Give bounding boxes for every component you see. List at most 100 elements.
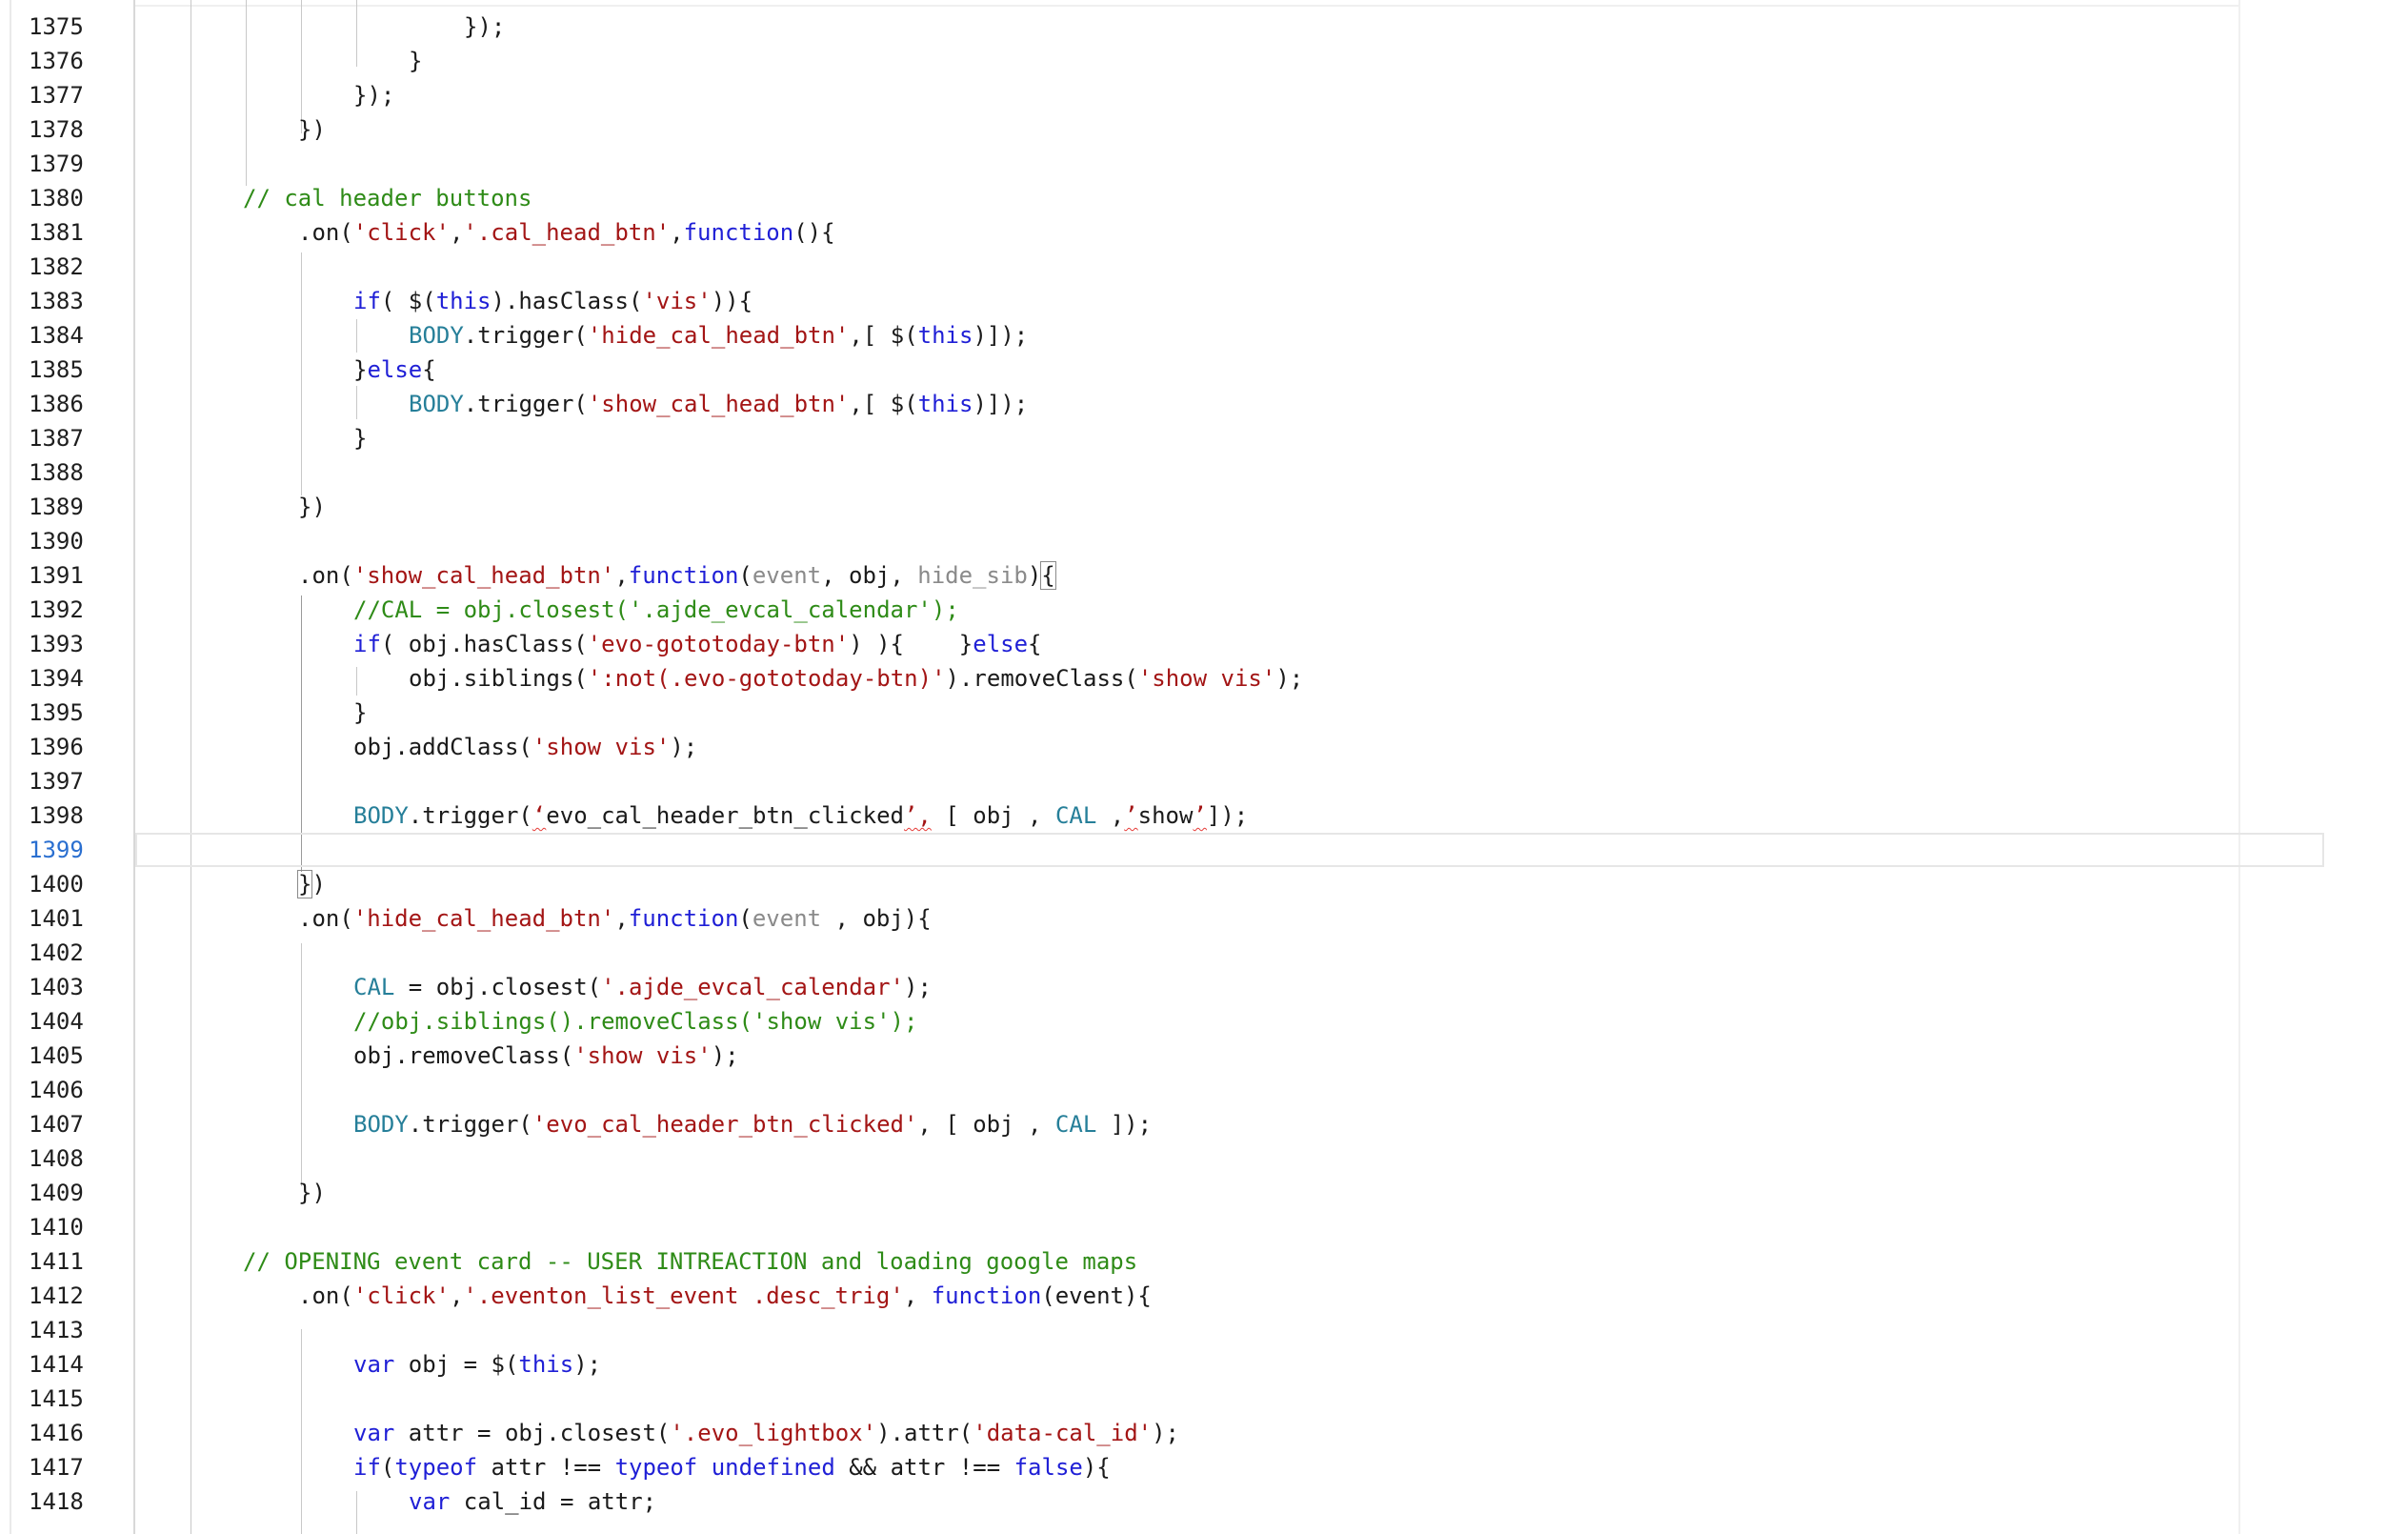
line-code[interactable]: .on('click','.cal_head_btn',function(){ [298, 215, 835, 250]
code-line[interactable]: 1383 if( $(this).hasClass('vis')){ [0, 284, 2324, 318]
code-line[interactable]: 1410 [0, 1210, 2324, 1244]
code-line[interactable]: 1377}); [0, 78, 2324, 112]
line-code[interactable]: .on('hide_cal_head_btn',function(event ,… [298, 901, 932, 936]
code-line[interactable]: 1413 [0, 1313, 2324, 1347]
line-number: 1392 [29, 596, 84, 623]
code-line[interactable]: 1407 BODY.trigger('evo_cal_header_btn_cli… [0, 1107, 2324, 1141]
line-code[interactable]: }) [298, 490, 326, 524]
code-line[interactable]: 1391 .on('show_cal_head_btn',function(eve… [0, 558, 2324, 593]
line-code[interactable]: // cal header buttons [243, 181, 532, 215]
line-code[interactable]: if(typeof attr !== typeof undefined && a… [353, 1450, 1111, 1484]
line-code[interactable]: } [409, 44, 422, 78]
code-line[interactable]: 1375}); [0, 10, 2324, 44]
code-line[interactable]: 1408 [0, 1141, 2324, 1176]
keyword: function [683, 219, 794, 246]
code-line[interactable]: 1390 [0, 524, 2324, 558]
line-code[interactable]: }) [298, 1176, 326, 1210]
line-code[interactable]: .on('show_cal_head_btn',function(event, … [298, 558, 1056, 593]
code-line[interactable]: 1395} [0, 696, 2324, 730]
matched-bracket: } [296, 870, 313, 898]
code-text: , [614, 905, 629, 932]
line-code[interactable]: }) [298, 112, 326, 147]
line-code[interactable]: BODY.trigger(‘evo_cal_header_btn_clicked… [353, 798, 1248, 833]
code-line[interactable]: 1414 var obj = $(this); [0, 1347, 2324, 1382]
line-number: 1381 [29, 219, 84, 246]
keyword: false [1013, 1454, 1083, 1481]
line-code[interactable]: } [353, 696, 367, 730]
code-line[interactable]: 1412 .on('click','.eventon_list_event .de… [0, 1279, 2324, 1313]
code-line[interactable]: 1415 [0, 1382, 2324, 1416]
code-text: ) ){ } [849, 631, 973, 657]
line-code[interactable]: BODY.trigger('show_cal_head_btn',[ $(thi… [409, 387, 1028, 421]
line-code[interactable]: }) [296, 867, 326, 901]
code-line[interactable]: 1389}) [0, 490, 2324, 524]
code-line[interactable]: 1404 //obj.siblings().removeClass('show v… [0, 1004, 2324, 1039]
code-line[interactable]: 1403 CAL = obj.closest('.ajde_evcal_calen… [0, 970, 2324, 1004]
code-line[interactable]: 1385}else{ [0, 353, 2324, 387]
code-text: { [1028, 631, 1042, 657]
code-line[interactable]: 1406 [0, 1073, 2324, 1107]
line-code[interactable]: BODY.trigger('evo_cal_header_btn_clicked… [353, 1107, 1152, 1141]
current-code-line[interactable]: 1399 [29, 833, 2324, 867]
line-code[interactable]: }else{ [353, 353, 436, 387]
line-code[interactable]: if( $(this).hasClass('vis')){ [353, 284, 752, 318]
code-line[interactable]: 1384 BODY.trigger('hide_cal_head_btn',[ $… [0, 318, 2324, 353]
code-line[interactable]: 1397 [0, 764, 2324, 798]
line-code[interactable]: var cal_id = attr; [409, 1484, 656, 1519]
line-code[interactable]: }); [353, 78, 394, 112]
code-line[interactable]: 1380 // cal header buttons [0, 181, 2324, 215]
code-line[interactable]: 1376} [0, 44, 2324, 78]
string-literal: '.cal_head_btn' [463, 219, 671, 246]
line-code[interactable]: var attr = obj.closest('.evo_lightbox').… [353, 1416, 1179, 1450]
code-editor[interactable]: 1375}); 1376} 1377}); 1378}) 1379 1380// cal … [0, 0, 2408, 1534]
code-line[interactable]: 1402 [0, 936, 2324, 970]
line-code[interactable]: BODY.trigger('hide_cal_head_btn',[ $(thi… [409, 318, 1028, 353]
matched-bracket: { [1040, 561, 1056, 590]
code-line[interactable]: 1381 .on('click','.cal_head_btn',function… [0, 215, 2324, 250]
code-line[interactable]: 1409}) [0, 1176, 2324, 1210]
line-code[interactable]: //obj.siblings().removeClass('show vis')… [353, 1004, 917, 1039]
line-code[interactable]: if( obj.hasClass('evo-gototoday-btn') ){… [353, 627, 1042, 661]
keyword: this [518, 1351, 574, 1378]
code-text: , [614, 562, 629, 589]
line-code[interactable]: }); [464, 10, 505, 44]
code-line[interactable]: 1388 [0, 455, 2324, 490]
line-number: 1395 [29, 699, 84, 726]
code-line[interactable]: 1394 obj.siblings(':not(.evo-gototoday-bt… [0, 661, 2324, 696]
code-line[interactable]: 1382 [0, 250, 2324, 284]
code-text: , [ obj , [917, 1111, 1055, 1138]
code-line[interactable]: 1401 .on('hide_cal_head_btn',function(eve… [0, 901, 2324, 936]
code-text: }); [464, 13, 506, 40]
line-code[interactable]: .on('click','.eventon_list_event .desc_t… [298, 1279, 1152, 1313]
code-line[interactable]: 1418 var cal_id = attr; [0, 1484, 2324, 1519]
line-code[interactable]: //CAL = obj.closest('.ajde_evcal_calenda… [353, 593, 959, 627]
line-code[interactable]: // OPENING event card -- USER INTREACTIO… [243, 1244, 1137, 1279]
code-line[interactable]: 1405 obj.removeClass('show vis'); [0, 1039, 2324, 1073]
code-line[interactable]: 1417 if(typeof attr !== typeof undefined … [0, 1450, 2324, 1484]
code-text: )){ [711, 288, 753, 314]
code-line[interactable]: 1411 // OPENING event card -- USER INTREA… [0, 1244, 2324, 1279]
line-code[interactable]: obj.removeClass('show vis'); [353, 1039, 739, 1073]
code-line[interactable]: 1386 BODY.trigger('show_cal_head_btn',[ $… [0, 387, 2324, 421]
editor-top-border [133, 5, 2238, 7]
line-number: 1377 [29, 82, 84, 109]
code-line[interactable]: 1396 obj.addClass('show vis'); [0, 730, 2324, 764]
string-literal: 'data-cal_id' [973, 1420, 1153, 1446]
keyword: function [628, 905, 739, 932]
code-line[interactable]: 1400}) [0, 867, 2324, 901]
code-line[interactable]: 1393 if( obj.hasClass('evo-gototoday-btn'… [0, 627, 2324, 661]
code-line[interactable]: 1387} [0, 421, 2324, 455]
code-text: { [422, 356, 436, 383]
code-line[interactable]: 1378}) [0, 112, 2324, 147]
line-code[interactable]: obj.siblings(':not(.evo-gototoday-btn)')… [409, 661, 1303, 696]
code-line[interactable]: 1379 [0, 147, 2324, 181]
code-line[interactable]: 1416 var attr = obj.closest('.evo_lightbo… [0, 1416, 2324, 1450]
code-line[interactable]: 1392 //CAL = obj.closest('.ajde_evcal_cal… [0, 593, 2324, 627]
line-code[interactable]: } [353, 421, 367, 455]
line-code[interactable]: obj.addClass('show vis'); [353, 730, 697, 764]
keyword: this [917, 391, 973, 417]
line-code[interactable]: var obj = $(this); [353, 1347, 601, 1382]
code-line[interactable]: 1398 BODY.trigger(‘evo_cal_header_btn_cli… [0, 798, 2324, 833]
line-code[interactable]: CAL = obj.closest('.ajde_evcal_calendar'… [353, 970, 932, 1004]
identifier: BODY [353, 1111, 409, 1138]
